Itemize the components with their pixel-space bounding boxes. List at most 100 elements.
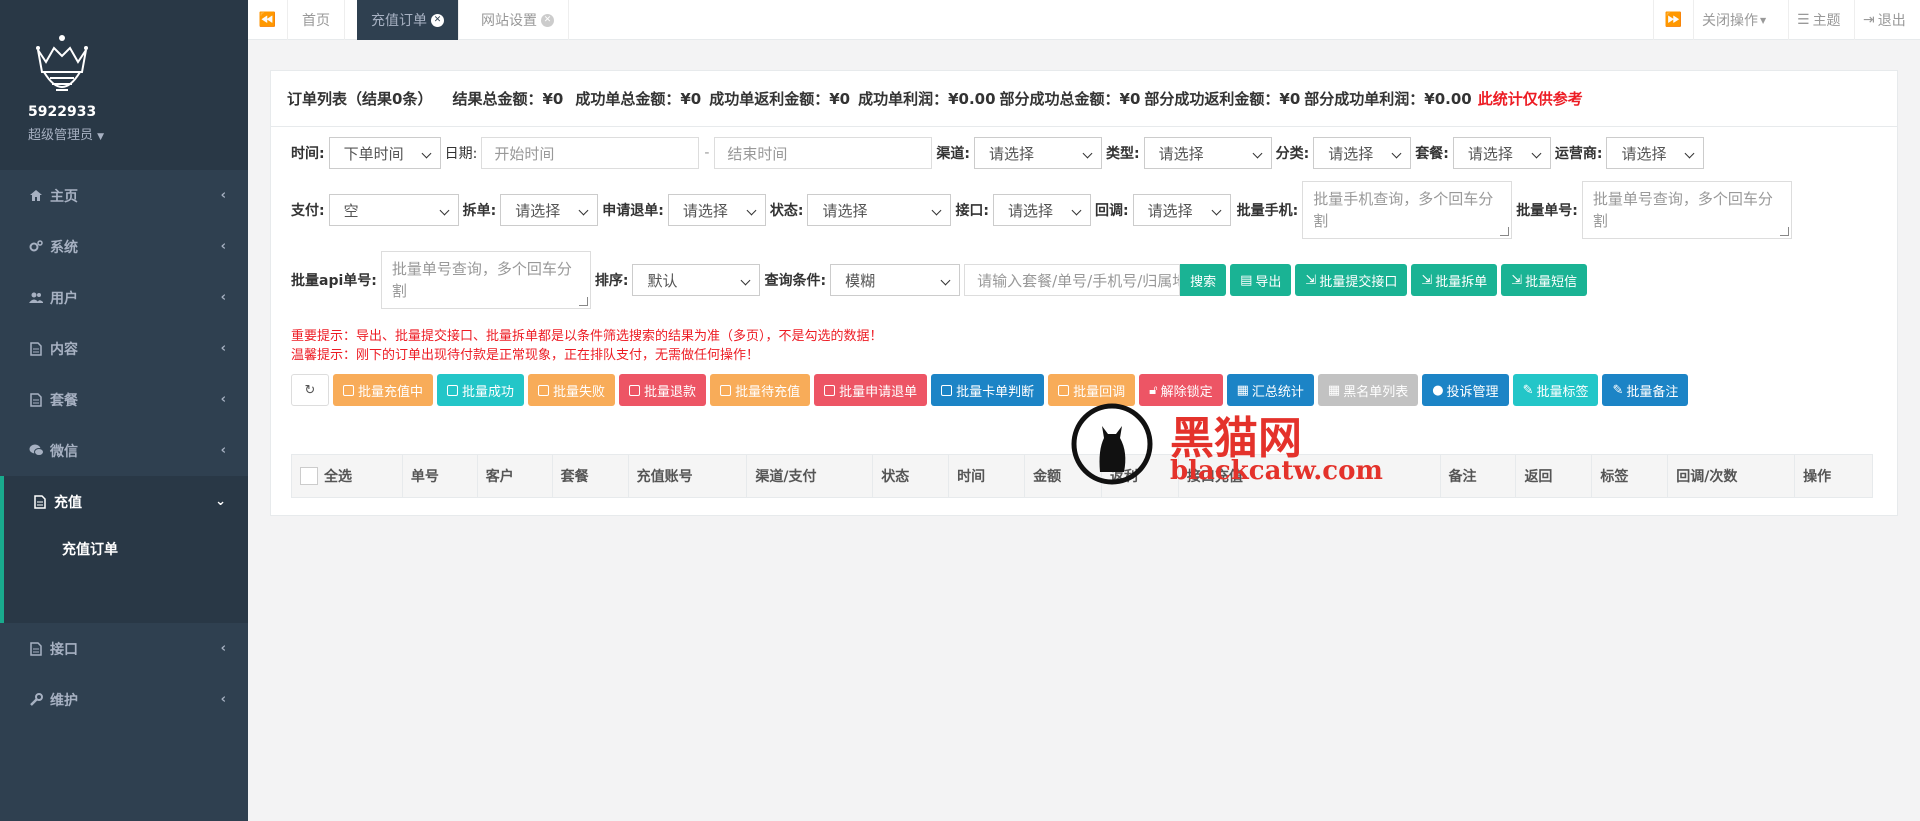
complaint-button[interactable]: ● 投诉管理 — [1422, 374, 1509, 406]
status-select[interactable]: 请选择 — [807, 194, 952, 226]
batch-stuck-check-button[interactable]: 批量卡单判断 — [931, 374, 1045, 406]
tab-label: 网站设置 — [481, 13, 537, 29]
calendar-icon: ▦ — [1327, 382, 1341, 398]
batch-api-textarea[interactable]: 批量单号查询，多个回车分割 — [380, 251, 591, 309]
refresh-button[interactable]: ↻ — [291, 374, 329, 406]
callback-select[interactable]: 请选择 — [1132, 194, 1231, 226]
close-ops-label: 关闭操作 — [1702, 13, 1758, 29]
keyword-input[interactable]: 请输入套餐/单号/手机号/归属地 — [964, 264, 1181, 296]
sidebar-item-maintenance[interactable]: 维护 ‹ — [0, 674, 248, 725]
comment-icon: ● — [1432, 382, 1444, 398]
sidebar-item-label: 充值 — [54, 494, 82, 511]
batch-split-button[interactable]: ⇲ 批量拆单 — [1411, 264, 1498, 296]
chevron-left-icon: ‹ — [220, 341, 226, 356]
close-icon[interactable]: ✕ — [431, 13, 444, 27]
sidebar-item-label: 用户 — [50, 290, 78, 307]
tab-label: 首页 — [302, 13, 330, 29]
sort-select[interactable]: 默认 — [632, 264, 761, 296]
api-select[interactable]: 请选择 — [993, 194, 1092, 226]
batch-refund-button[interactable]: 批量退款 — [619, 374, 707, 406]
tab-home[interactable]: 首页 — [288, 0, 345, 40]
package-label: 套餐: — [1415, 146, 1449, 162]
sidebar-item-api[interactable]: 接口 ‹ — [0, 623, 248, 674]
crown-logo-icon — [36, 35, 88, 91]
chevron-left-icon: ‹ — [220, 188, 226, 203]
status-label: 状态: — [769, 203, 804, 219]
search-button[interactable]: 搜索 — [1180, 264, 1227, 296]
select-all-header[interactable]: 全选 — [292, 455, 403, 497]
sidebar-item-wechat[interactable]: 微信 ‹ — [0, 425, 248, 476]
refresh-icon: ↻ — [304, 382, 316, 398]
check-square-icon — [629, 384, 641, 396]
role-dropdown[interactable]: 超级管理员 ▼ — [28, 124, 104, 143]
channel-select[interactable]: 请选择 — [974, 137, 1102, 169]
query-select[interactable]: 模糊 — [830, 264, 961, 296]
stats-note: 此统计仅供参考 — [1477, 90, 1583, 108]
sidebar-subitem-recharge-orders[interactable]: 充值订单 — [4, 527, 248, 571]
file-icon — [28, 641, 44, 656]
close-operations-dropdown[interactable]: 关闭操作 ▼ — [1693, 0, 1774, 40]
end-time-input[interactable]: 结束时间 — [714, 137, 933, 169]
batch-success-button[interactable]: 批量成功 — [437, 374, 525, 406]
tab-recharge-orders[interactable]: 充值订单 ✕ — [357, 0, 459, 40]
success-total: 成功单总金额：¥0 — [575, 90, 702, 108]
sidebar-item-system[interactable]: 系统 ‹ — [0, 221, 248, 272]
role-label: 超级管理员 — [28, 128, 94, 143]
refund-select[interactable]: 请选择 — [667, 194, 766, 226]
profile-area: 5922933 超级管理员 ▼ — [0, 0, 248, 170]
chevron-down-icon: ⌄ — [215, 494, 226, 509]
batch-remark-button[interactable]: ✎ 批量备注 — [1602, 374, 1689, 406]
column-header-customer: 客户 — [478, 455, 553, 497]
caret-down-icon: ▼ — [97, 132, 105, 142]
type-select[interactable]: 请选择 — [1143, 137, 1272, 169]
category-select[interactable]: 请选择 — [1313, 137, 1412, 169]
chevron-left-icon: ‹ — [220, 443, 226, 458]
check-square-icon — [824, 384, 836, 396]
theme-button[interactable]: ☰ 主题 — [1788, 0, 1849, 40]
sort-label: 排序: — [594, 273, 629, 289]
batch-submit-api-label: 批量提交接口 — [1319, 274, 1398, 290]
file-icon: ▤ — [1240, 272, 1253, 288]
batch-pending-recharge-button[interactable]: 批量待充值 — [710, 374, 811, 406]
batch-tag-button[interactable]: ✎ 批量标签 — [1512, 374, 1599, 406]
batch-fail-button[interactable]: 批量失败 — [528, 374, 616, 406]
batch-recharging-button[interactable]: 批量充值中 — [333, 374, 434, 406]
sidebar-item-content[interactable]: 内容 ‹ — [0, 323, 248, 374]
batch-submit-api-button[interactable]: ⇲ 批量提交接口 — [1295, 264, 1408, 296]
time-select-value: 下单时间 — [343, 144, 404, 163]
column-header: 渠道/支付 — [755, 469, 817, 485]
category-label: 分类: — [1275, 146, 1310, 162]
batch-action-bar: ↻ 批量充值中 批量成功 批量失败 批量退款 批量待充值 批量申请退单 批量卡单… — [291, 374, 1692, 406]
tab-site-settings[interactable]: 网站设置 ✕ — [467, 0, 569, 40]
sidebar-item-recharge[interactable]: 充值 ⌄ — [0, 476, 248, 527]
backward-icon: ⏪ — [258, 12, 277, 28]
sidebar-item-label: 维护 — [50, 692, 78, 709]
operator-select[interactable]: 请选择 — [1606, 137, 1705, 169]
select-all-checkbox[interactable] — [300, 467, 318, 485]
split-select[interactable]: 请选择 — [500, 194, 599, 226]
query-select-value: 模糊 — [845, 271, 876, 290]
split-label: 拆单: — [462, 203, 497, 219]
batch-sms-button[interactable]: ⇲ 批量短信 — [1501, 264, 1588, 296]
batch-api-label: 批量api单号: — [291, 273, 377, 289]
sidebar-item-package[interactable]: 套餐 ‹ — [0, 374, 248, 425]
batch-phone-textarea[interactable]: 批量手机查询，多个回车分割 — [1302, 181, 1513, 239]
sidebar-item-users[interactable]: 用户 ‹ — [0, 272, 248, 323]
scroll-tabs-right-button[interactable]: ⏩ — [1653, 0, 1693, 40]
pay-select[interactable]: 空 — [328, 194, 459, 226]
api-label: 接口: — [955, 203, 990, 219]
batch-order-textarea[interactable]: 批量单号查询，多个回车分割 — [1581, 181, 1792, 239]
export-button[interactable]: ▤ 导出 — [1230, 264, 1292, 296]
scroll-tabs-left-button[interactable]: ⏪ — [248, 0, 288, 40]
chat-icon — [28, 444, 44, 458]
package-select[interactable]: 请选择 — [1452, 137, 1551, 169]
callback-select-value: 请选择 — [1147, 201, 1193, 220]
sidebar-item-home[interactable]: 主页 ‹ — [0, 170, 248, 221]
batch-apply-refund-button[interactable]: 批量申请退单 — [814, 374, 928, 406]
batch-button-label: 黑名单列表 — [1343, 384, 1409, 400]
time-select[interactable]: 下单时间 — [328, 137, 441, 169]
start-time-input[interactable]: 开始时间 — [481, 137, 700, 169]
logout-button[interactable]: ⇥ 退出 — [1854, 0, 1914, 40]
close-icon[interactable]: ✕ — [541, 13, 554, 27]
check-square-icon — [447, 384, 459, 396]
